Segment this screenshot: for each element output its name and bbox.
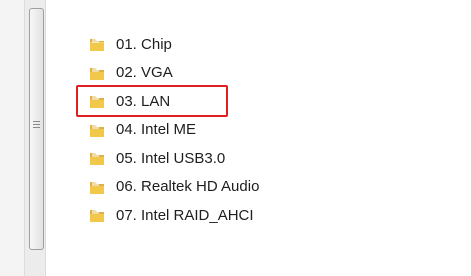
folder-item-vga[interactable]: 02. VGA — [88, 59, 259, 88]
folder-icon — [90, 152, 104, 166]
folder-item-intel-raid-ahci[interactable]: 07. Intel RAID_AHCI — [88, 201, 259, 230]
folder-label: 04. Intel ME — [116, 121, 197, 139]
folder-icon — [90, 66, 104, 80]
folder-label: 01. Chip — [116, 35, 172, 53]
folder-icon — [90, 180, 104, 194]
folder-icon — [90, 209, 104, 223]
folder-item-lan[interactable]: 03. LAN — [75, 85, 259, 117]
folder-label: 03. LAN — [116, 92, 171, 110]
folder-item-intel-me[interactable]: 04. Intel ME — [88, 116, 259, 145]
folder-item-chip[interactable]: 01. Chip — [88, 30, 259, 59]
navigation-pane — [0, 0, 24, 276]
scrollbar-grip-icon — [33, 121, 40, 130]
folder-label: 06. Realtek HD Audio — [116, 178, 260, 196]
folder-item-intel-usb3[interactable]: 05. Intel USB3.0 — [88, 144, 259, 173]
folder-icon — [90, 123, 104, 137]
folder-item-realtek-hd-audio[interactable]: 06. Realtek HD Audio — [88, 173, 259, 202]
vertical-scrollbar-thumb[interactable] — [29, 8, 44, 250]
folder-icon — [90, 38, 104, 52]
folder-label: 07. Intel RAID_AHCI — [116, 206, 254, 224]
folder-label: 05. Intel USB3.0 — [116, 149, 226, 167]
folder-label: 02. VGA — [116, 64, 173, 82]
file-list: 01. Chip 02. VGA 03. LAN 04. Intel ME 05… — [75, 30, 259, 230]
folder-icon — [90, 95, 104, 109]
